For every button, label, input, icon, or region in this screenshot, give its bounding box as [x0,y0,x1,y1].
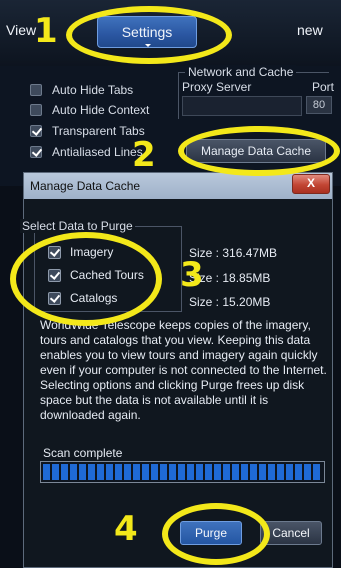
menu-tab-new[interactable]: new [297,22,323,38]
proxy-server-input[interactable] [182,96,302,116]
checkbox-checked-icon [48,292,61,305]
scan-progress-bar [40,461,325,483]
checkbox-icon [30,104,42,116]
purge-option-label: Catalogs [70,291,118,305]
proxy-server-label: Proxy Server [182,80,252,94]
option-label: Auto Hide Tabs [52,83,134,97]
purge-description: WorldWide Telescope keeps copies of the … [40,318,327,422]
scan-progress-fill [43,464,322,480]
checkbox-checked-icon [48,269,61,282]
purge-button[interactable]: Purge [180,521,242,545]
close-button[interactable]: X [292,174,330,194]
cached-tours-size: Size : 18.85MB [189,271,271,285]
option-label: Antialiased Lines [52,145,143,159]
select-data-title: Select Data to Purge [20,219,135,233]
menu-tab-view[interactable]: View [6,22,36,38]
network-cache-title: Network and Cache [185,65,297,79]
menu-tab-settings-label: Settings [121,24,173,40]
scan-status: Scan complete [43,446,123,460]
checkbox-icon [30,84,42,96]
dialog-title: Manage Data Cache [30,179,141,193]
menu-tab-settings[interactable]: Settings [97,16,197,48]
catalogs-size: Size : 15.20MB [189,295,271,309]
manage-data-cache-button[interactable]: Manage Data Cache [186,139,326,163]
checkbox-checked-icon [48,246,61,259]
checkbox-checked-icon [30,146,42,158]
option-label: Transparent Tabs [52,124,145,138]
top-menu-bar: View Settings new [0,0,341,66]
purge-option-label: Imagery [70,245,114,259]
caret-down-icon [145,44,151,47]
option-label: Auto Hide Context [52,103,150,117]
checkbox-checked-icon [30,125,42,137]
imagery-size: Size : 316.47MB [189,246,278,260]
port-input[interactable]: 80 [306,96,332,114]
port-label: Port [312,80,335,94]
dialog-titlebar[interactable]: Manage Data Cache X [24,173,332,199]
screenshot: View Settings new Auto Hide Tabs Auto Hi… [0,0,341,568]
cancel-button[interactable]: Cancel [260,521,322,545]
purge-option-label: Cached Tours [70,268,144,282]
